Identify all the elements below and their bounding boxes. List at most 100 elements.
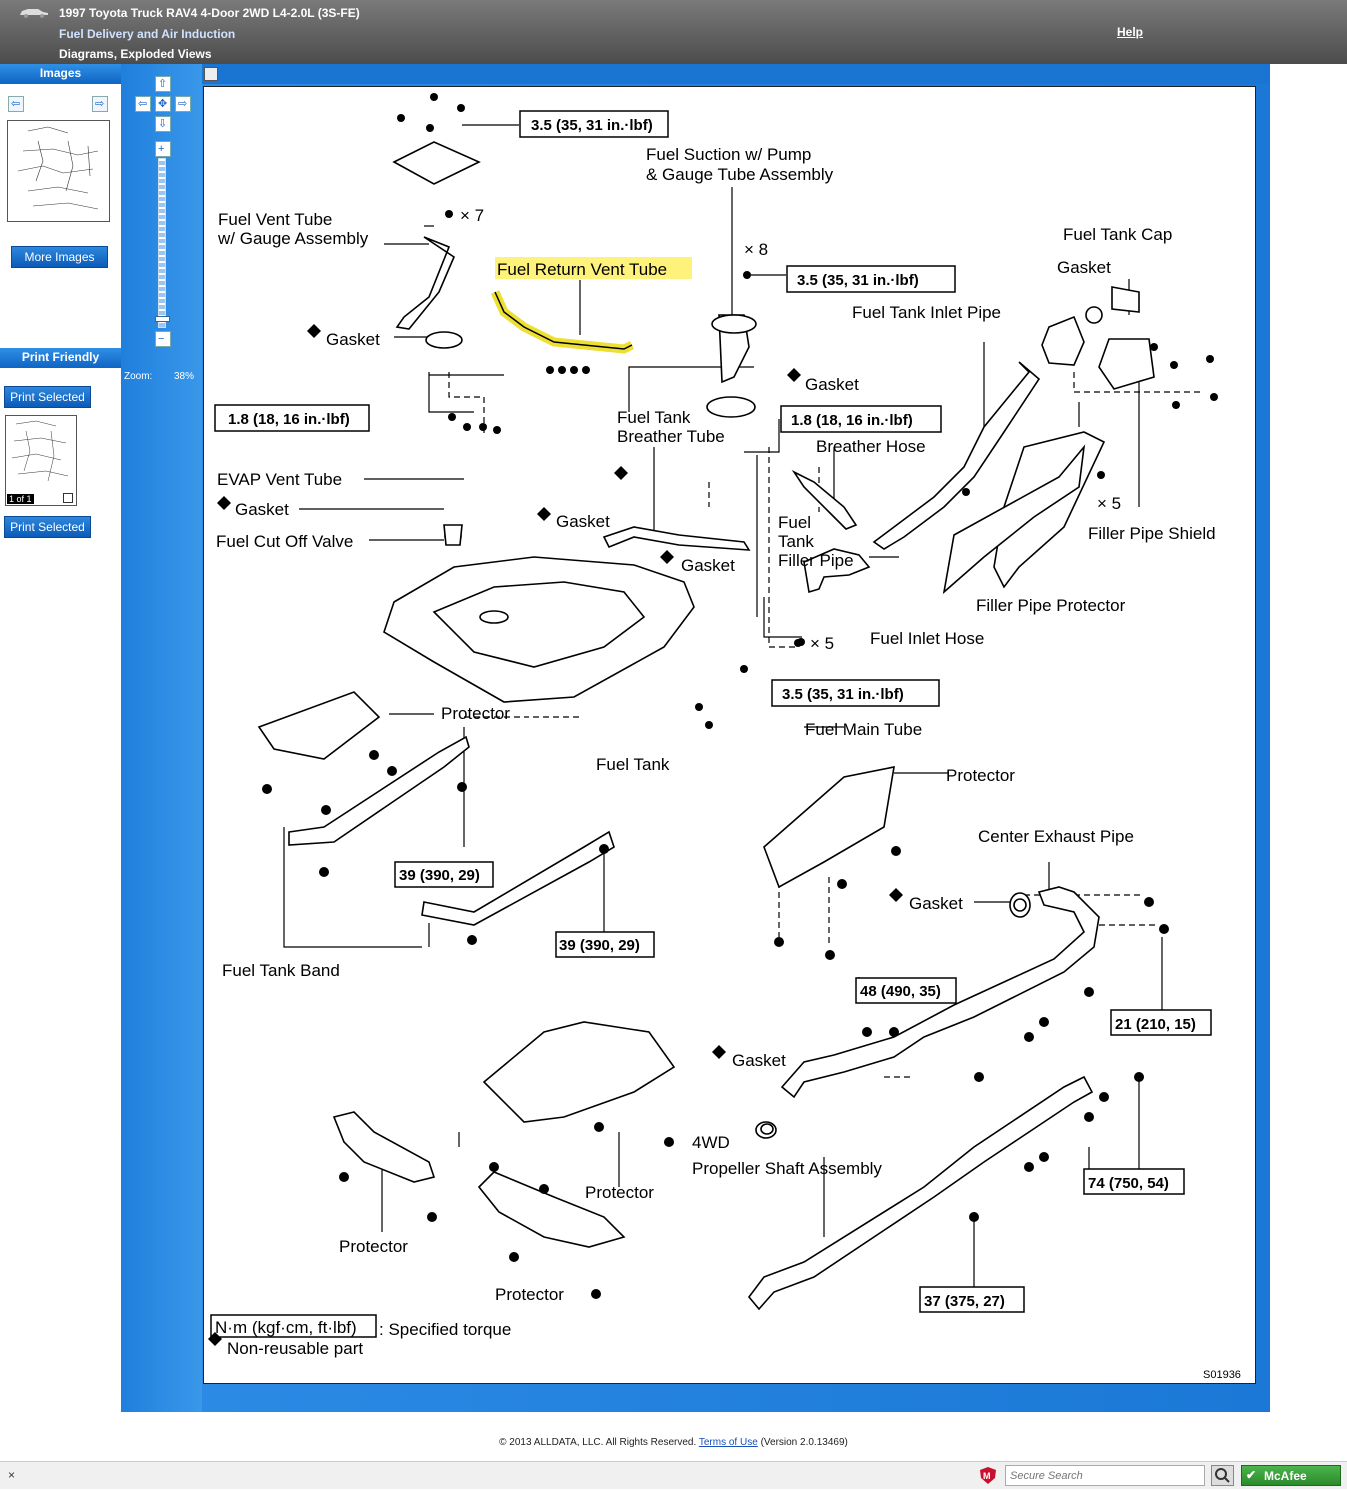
terms-of-use-link[interactable]: Terms of Use	[699, 1437, 758, 1448]
close-icon[interactable]: ×	[8, 1468, 15, 1482]
app-header: 1997 Toyota Truck RAV4 4-Door 2WD L4-2.0…	[0, 0, 1347, 64]
label-gasket-5: Gasket	[681, 556, 735, 575]
print-icon[interactable]	[204, 67, 218, 81]
browser-status-bar: × M ✔ McAfee	[0, 1461, 1347, 1489]
label-propeller-shaft: Propeller Shaft Assembly	[692, 1159, 882, 1178]
car-icon	[20, 9, 48, 18]
label-fuel-suction-1: Fuel Suction w/ Pump	[646, 145, 811, 164]
legend-torque-text: : Specified torque	[379, 1320, 511, 1339]
label-gasket-cap: Gasket	[1057, 258, 1111, 277]
torque-t10: 74 (750, 54)	[1088, 1175, 1169, 1192]
mcafee-shield-icon: M	[980, 1467, 996, 1484]
torque-t3: 1.8 (18, 16 in.·lbf)	[228, 411, 350, 428]
help-link[interactable]: Help	[1117, 25, 1143, 39]
diagram-code: S01936	[1203, 1369, 1241, 1381]
legend-torque-units: N·m (kgf·cm, ft·lbf)	[215, 1318, 357, 1337]
zoom-in-button[interactable]: +	[155, 141, 171, 157]
label-fuel-tank-inlet-pipe: Fuel Tank Inlet Pipe	[852, 303, 1001, 322]
diagram-canvas: Fuel Suction w/ Pump & Gauge Tube Assemb…	[208, 93, 1241, 1381]
search-button[interactable]	[1211, 1465, 1234, 1486]
print-friendly-heading: Print Friendly	[0, 348, 121, 368]
label-filler-pipe-shield: Filler Pipe Shield	[1088, 524, 1216, 543]
diagram-viewer: Fuel Suction w/ Pump & Gauge Tube Assemb…	[202, 64, 1270, 1412]
pan-center-button[interactable]: ✥	[155, 96, 171, 112]
zoom-value: 38%	[174, 371, 195, 382]
prev-image-button[interactable]: ⇦	[8, 96, 24, 112]
zoom-out-button[interactable]: −	[155, 331, 171, 347]
label-4wd: 4WD	[692, 1133, 730, 1152]
label-fuel-suction-2: & Gauge Tube Assembly	[646, 165, 834, 184]
label-protector-4: Protector	[339, 1237, 408, 1256]
torque-t11: 37 (375, 27)	[924, 1293, 1005, 1310]
label-fuel-inlet-hose: Fuel Inlet Hose	[870, 629, 984, 648]
label-breather-hose: Breather Hose	[816, 437, 926, 456]
label-gasket-3: Gasket	[235, 500, 289, 519]
label-x5-inlet: × 5	[810, 634, 834, 653]
label-x8: × 8	[744, 240, 768, 259]
zoom-slider-thumb[interactable]	[155, 316, 170, 322]
torque-t1: 3.5 (35, 31 in.·lbf)	[531, 117, 653, 134]
version-text: (Version 2.0.13469)	[760, 1437, 848, 1448]
label-gasket-2: Gasket	[805, 375, 859, 394]
next-image-button[interactable]: ⇨	[92, 96, 108, 112]
label-fuel-vent-1: Fuel Vent Tube	[218, 210, 332, 229]
more-images-button[interactable]: More Images	[11, 246, 108, 268]
diagram-thumbnail-icon	[11, 420, 69, 482]
minus-icon: −	[158, 333, 165, 345]
label-protector-1: Protector	[441, 704, 510, 723]
pan-down-button[interactable]: ⇩	[155, 116, 171, 132]
footer: © 2013 ALLDATA, LLC. All Rights Reserved…	[0, 1437, 1347, 1448]
zoom-slider-track[interactable]	[158, 158, 166, 328]
label-fuel-filler-2: Tank	[778, 532, 814, 551]
search-icon	[1215, 1468, 1230, 1483]
secure-search-input[interactable]	[1005, 1465, 1205, 1486]
images-panel: Images ⇦ ⇨ More Images Print Friendly Pr…	[0, 64, 122, 1412]
label-fuel-tank: Fuel Tank	[596, 755, 670, 774]
label-fuel-tank-band: Fuel Tank Band	[222, 961, 340, 980]
label-fuel-main-tube: Fuel Main Tube	[805, 720, 922, 739]
section-title[interactable]: Fuel Delivery and Air Induction	[59, 27, 235, 41]
print-thumbnail[interactable]: 1 of 1	[5, 415, 77, 506]
legend-non-reusable: Non-reusable part	[227, 1339, 363, 1358]
images-heading: Images	[0, 64, 121, 84]
arrow-right-icon: ⇨	[95, 98, 105, 110]
label-protector-5: Protector	[495, 1285, 564, 1304]
label-fuel-filler-1: Fuel	[778, 513, 811, 532]
arrow-up-icon: ⇧	[158, 78, 168, 90]
print-selected-button-top[interactable]: Print Selected	[4, 386, 91, 408]
move-icon: ✥	[158, 98, 168, 110]
torque-t9: 21 (210, 15)	[1115, 1016, 1196, 1033]
label-filler-pipe-protector: Filler Pipe Protector	[976, 596, 1126, 615]
label-gasket-7: Gasket	[732, 1051, 786, 1070]
arrow-down-icon: ⇩	[158, 118, 168, 130]
label-fuel-filler-3: Filler Pipe	[778, 551, 854, 570]
label-fuel-return-vent-tube: Fuel Return Vent Tube	[497, 260, 667, 279]
viewer-toolbar	[202, 64, 1270, 84]
torque-t7: 39 (390, 29)	[559, 937, 640, 954]
pan-up-button[interactable]: ⇧	[155, 76, 171, 92]
print-select-checkbox[interactable]	[63, 493, 73, 503]
plus-icon: +	[158, 143, 165, 155]
pan-right-button[interactable]: ⇨	[175, 96, 191, 112]
label-center-exhaust-pipe: Center Exhaust Pipe	[978, 827, 1134, 846]
label-breather-tube-2: Breather Tube	[617, 427, 725, 446]
label-fuel-cut-off-valve: Fuel Cut Off Valve	[216, 532, 353, 551]
diagram-thumbnail-icon	[17, 126, 99, 210]
image-thumbnail[interactable]	[7, 120, 110, 222]
label-evap-vent-tube: EVAP Vent Tube	[217, 470, 342, 489]
label-fuel-tank-cap: Fuel Tank Cap	[1063, 225, 1172, 244]
vehicle-title: 1997 Toyota Truck RAV4 4-Door 2WD L4-2.0…	[59, 6, 360, 20]
mcafee-badge[interactable]: ✔ McAfee	[1241, 1465, 1341, 1486]
exploded-view-diagram[interactable]: Fuel Suction w/ Pump & Gauge Tube Assemb…	[203, 86, 1256, 1384]
arrow-right-icon: ⇨	[178, 98, 188, 110]
arrow-left-icon: ⇦	[11, 98, 21, 110]
print-selected-button-bottom[interactable]: Print Selected	[4, 516, 91, 538]
torque-t5: 3.5 (35, 31 in.·lbf)	[782, 686, 904, 703]
pan-left-button[interactable]: ⇦	[135, 96, 151, 112]
zoom-label: Zoom:	[124, 371, 153, 382]
torque-t4: 1.8 (18, 16 in.·lbf)	[791, 412, 913, 429]
arrow-left-icon: ⇦	[138, 98, 148, 110]
label-gasket-1: Gasket	[326, 330, 380, 349]
subsection-title: Diagrams, Exploded Views	[59, 47, 212, 61]
label-protector-3: Protector	[585, 1183, 654, 1202]
